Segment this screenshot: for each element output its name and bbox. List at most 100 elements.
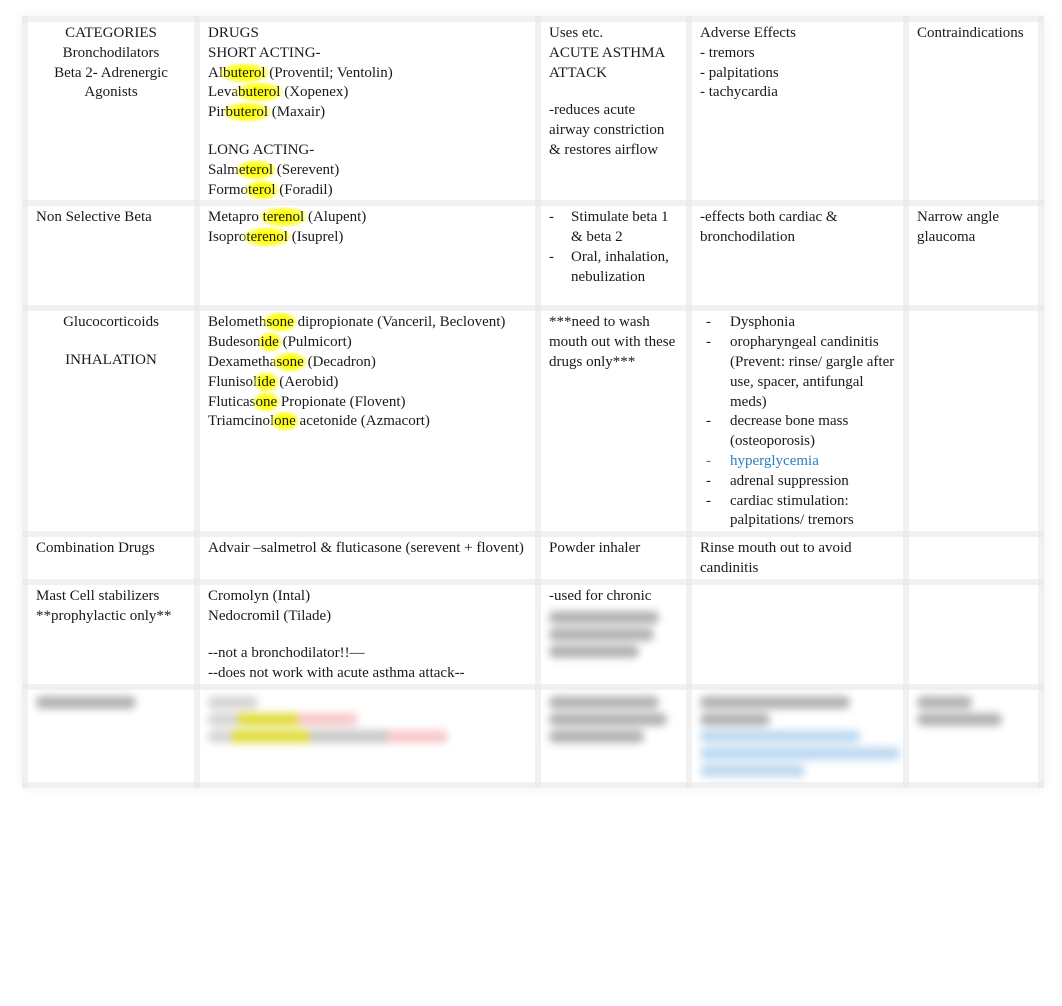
category-line: Beta 2- Adrenergic: [54, 64, 168, 81]
drug-table: CATEGORIES Bronchodilators Beta 2- Adren…: [22, 15, 1044, 788]
cell-contra: [903, 305, 1044, 538]
cell-contra: [903, 531, 1044, 585]
cell-uses: [535, 683, 692, 788]
long-acting-label: LONG ACTING-: [208, 141, 315, 158]
cell-adverse: [686, 683, 909, 788]
brand-names: Propionate (Flovent): [277, 393, 406, 410]
brand-names: (Proventil; Ventolin): [265, 64, 393, 81]
table-row-beta2-agonists: CATEGORIES Bronchodilators Beta 2- Adren…: [22, 15, 1044, 207]
uses-line: ATTACK: [549, 64, 607, 81]
header-contraindications: Contraindications: [917, 25, 1024, 41]
header-adverse-effects: Adverse Effects: [700, 25, 796, 41]
drug-entry: Albuterol (Proventil; Ventolin): [208, 62, 527, 84]
highlighted-suffix: eterol: [235, 159, 276, 180]
drug-prefix: Budeson: [208, 334, 261, 351]
drug-entry: Levabuterol (Xopenex): [208, 82, 527, 103]
drug-prefix: Formo: [208, 181, 249, 198]
uses-item: Oral, inhalation, nebulization: [549, 248, 678, 288]
obscured-text: [549, 695, 678, 743]
adverse-item: oropharyngeal candinitis (Prevent: rinse…: [700, 333, 895, 412]
brand-names: (Aerobid): [275, 373, 339, 390]
category-line: Bronchodilators: [62, 44, 160, 61]
document-page: CATEGORIES Bronchodilators Beta 2- Adren…: [22, 15, 1044, 788]
drug-prefix: Metapro: [208, 209, 263, 226]
obscured-text: [700, 695, 900, 777]
highlighted-suffix: sone: [273, 351, 307, 372]
category-line: Glucocorticoids: [63, 314, 159, 331]
drug-prefix: Leva: [208, 84, 238, 101]
cell-contra: Contraindications: [903, 15, 1044, 207]
obscured-text: [549, 610, 678, 658]
uses-text: Powder inhaler: [549, 540, 641, 557]
brand-names: (Alupent): [304, 209, 367, 226]
table-row-non-selective-beta: Non Selective Beta Metapro terenol (Alup…: [22, 200, 1044, 312]
adverse-text: -effects both cardiac & bronchodilation: [700, 209, 838, 246]
drug-entry: Belomethsone dipropionate (Vanceril, Bec…: [208, 312, 527, 333]
cell-drugs: [194, 683, 541, 788]
brand-names: (Maxair): [268, 104, 326, 121]
header-drugs: DRUGS: [208, 25, 259, 41]
highlighted-suffix: terenol: [243, 227, 291, 248]
uses-line: ACUTE ASTHMA: [549, 44, 666, 61]
header-categories: CATEGORIES: [65, 25, 157, 41]
cell-drugs: Cromolyn (Intal) Nedocromil (Tilade) --n…: [194, 578, 541, 690]
table-row-mast-cell-stabilizers: Mast Cell stabilizers **prophylactic onl…: [22, 578, 1044, 690]
drug-entry: Formoterol (Foradil): [208, 179, 527, 201]
adverse-item: adrenal suppression: [700, 472, 895, 492]
cell-adverse: -effects both cardiac & bronchodilation: [686, 200, 909, 312]
cell-contra: [903, 578, 1044, 690]
uses-item: Stimulate beta 1 & beta 2: [549, 208, 678, 248]
adverse-item: - palpitations: [700, 64, 779, 81]
adverse-item: Dysphonia: [700, 313, 895, 333]
drug-entry: Salmeterol (Serevent): [208, 159, 527, 181]
drug-prefix: Triamcinol: [208, 413, 275, 430]
adverse-item: decrease bone mass (osteoporosis): [700, 412, 895, 452]
cell-uses: -used for chronic: [535, 578, 692, 690]
cell-uses: Stimulate beta 1 & beta 2 Oral, inhalati…: [535, 200, 692, 312]
cell-uses: Uses etc. ACUTE ASTHMA ATTACK -reduces a…: [535, 15, 692, 207]
adverse-item: - tachycardia: [700, 84, 778, 101]
brand-names: (Serevent): [273, 161, 340, 178]
table-row-combination-drugs: Combination Drugs Advair –salmetrol & fl…: [22, 531, 1044, 585]
drug-entry: Isoproterenol (Isuprel): [208, 227, 527, 248]
drug-entry: Pirbuterol (Maxair): [208, 102, 527, 123]
table-row-glucocorticoids: Glucocorticoids INHALATION Belomethsone …: [22, 305, 1044, 538]
drug-entry: Budesonide (Pulmicort): [208, 332, 527, 353]
cell-drugs: Belomethsone dipropionate (Vanceril, Bec…: [194, 305, 541, 538]
brand-names: (Isuprel): [287, 229, 344, 246]
drug-entry: Cromolyn (Intal): [208, 587, 311, 604]
brand-names: dipropionate (Vanceril, Beclovent): [293, 314, 506, 331]
obscured-text: [208, 695, 527, 743]
drug-entry: Metapro terenol (Alupent): [208, 207, 527, 228]
short-acting-label: SHORT ACTING-: [208, 44, 321, 61]
cell-categories: Glucocorticoids INHALATION: [22, 305, 200, 538]
adverse-item: - tremors: [700, 44, 755, 61]
highlighted-suffix: sone: [263, 312, 297, 333]
cell-drugs: Metapro terenol (Alupent) Isoproterenol …: [194, 200, 541, 312]
cell-categories: Non Selective Beta: [22, 200, 200, 312]
category-line: **prophylactic only**: [36, 607, 172, 624]
drug-entry: Nedocromil (Tilade): [208, 607, 332, 624]
adverse-text: Rinse mouth out to avoid candinitis: [700, 540, 852, 576]
category-line: INHALATION: [65, 352, 157, 369]
cell-categories: Combination Drugs: [22, 531, 200, 585]
uses-list: Stimulate beta 1 & beta 2 Oral, inhalati…: [549, 208, 678, 287]
brand-names: (Xopenex): [280, 84, 349, 101]
cell-contra: [903, 683, 1044, 788]
highlighted-suffix: buterol: [222, 102, 272, 123]
drug-entry: Fluticasone Propionate (Flovent): [208, 391, 527, 413]
drug-prefix: Belometh: [208, 314, 267, 331]
cell-categories: Mast Cell stabilizers **prophylactic onl…: [22, 578, 200, 690]
cell-drugs: DRUGS SHORT ACTING- Albuterol (Proventil…: [194, 15, 541, 207]
highlighted-suffix: terol: [245, 179, 279, 200]
drug-text: Advair –salmetrol & fluticasone (sereven…: [208, 540, 524, 557]
category-text: Non Selective Beta: [36, 209, 152, 226]
brand-names: acetonide (Azmacort): [295, 413, 430, 430]
adverse-item-hyperglycemia: hyperglycemia: [700, 452, 895, 472]
cell-categories: CATEGORIES Bronchodilators Beta 2- Adren…: [22, 15, 200, 207]
uses-text: ***need to wash mouth out with these dru…: [549, 314, 676, 370]
uses-text: -used for chronic: [549, 587, 652, 604]
